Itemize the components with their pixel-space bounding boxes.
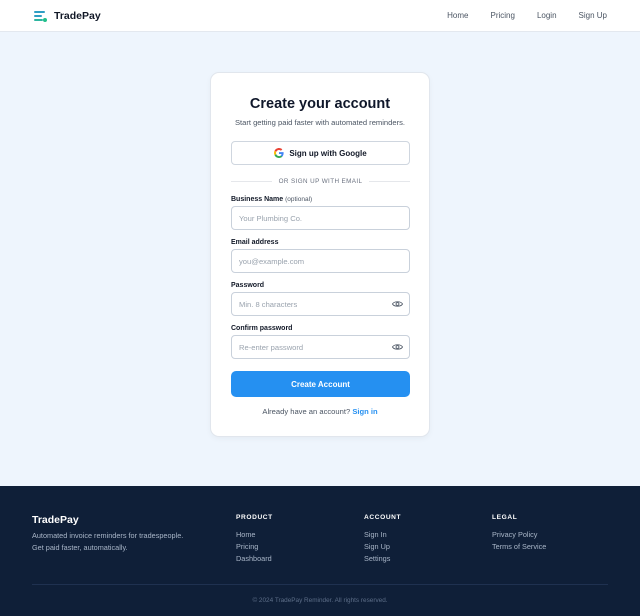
top-nav-bar: TradePay Home Pricing Login Sign Up [0, 0, 640, 32]
footer-divider [32, 584, 608, 585]
email-label: Email address [231, 239, 279, 246]
google-signup-button[interactable]: Sign up with Google [231, 141, 410, 165]
confirm-password-input[interactable] [231, 335, 410, 359]
brand-name: TradePay [54, 9, 101, 22]
main-nav: Home Pricing Login Sign Up [425, 11, 607, 20]
nav-login-link[interactable]: Login [537, 11, 557, 20]
site-footer: TradePay Automated invoice reminders for… [0, 486, 640, 616]
footer-link-sign-up[interactable]: Sign Up [364, 541, 401, 553]
password-label: Password [231, 282, 265, 289]
footer-column-title: ACCOUNT [364, 514, 402, 521]
footer-link-dashboard[interactable]: Dashboard [236, 553, 273, 565]
eye-icon[interactable] [392, 300, 403, 308]
or-divider: OR SIGN UP WITH EMAIL [231, 177, 411, 186]
email-input[interactable] [231, 249, 410, 273]
google-g-icon [274, 148, 284, 158]
footer-column-legal: LEGAL Privacy Policy Terms of Service [492, 514, 546, 553]
brand-logo[interactable]: TradePay [34, 10, 101, 22]
business-name-label: Business Name (optional) [231, 196, 312, 203]
create-account-button[interactable]: Create Account [231, 371, 410, 397]
page-title: Create your account [249, 96, 391, 112]
footer-link-privacy-policy[interactable]: Privacy Policy [492, 529, 546, 541]
footer-column-title: LEGAL [492, 514, 518, 521]
nav-pricing-link[interactable]: Pricing [491, 11, 515, 20]
footer-description: Automated invoice reminders for tradespe… [32, 531, 184, 552]
nav-signup-link[interactable]: Sign Up [579, 11, 607, 20]
footer-link-home[interactable]: Home [236, 529, 273, 541]
google-signup-label: Sign up with Google [289, 148, 367, 158]
nav-home-link[interactable]: Home [447, 11, 468, 20]
signin-prompt: Already have an account? Sign in [211, 407, 429, 416]
optional-hint: (optional) [285, 196, 313, 203]
footer-link-terms-of-service[interactable]: Terms of Service [492, 541, 546, 553]
signup-card: Create your account Start getting paid f… [210, 72, 430, 437]
footer-brand: TradePay [32, 514, 79, 526]
divider-text: OR SIGN UP WITH EMAIL [278, 178, 363, 185]
page-subtitle: Start getting paid faster with automated… [234, 118, 406, 127]
footer-copyright: © 2024 TradePay Reminder. All rights res… [252, 597, 388, 604]
trade-pay-logo-icon [34, 10, 47, 22]
business-name-input[interactable] [231, 206, 410, 230]
footer-link-sign-in[interactable]: Sign In [364, 529, 401, 541]
footer-link-settings[interactable]: Settings [364, 553, 401, 565]
password-input[interactable] [231, 292, 410, 316]
footer-column-title: PRODUCT [236, 514, 273, 521]
signin-prompt-text: Already have an account? [262, 407, 351, 416]
confirm-password-label: Confirm password [231, 325, 293, 332]
footer-column-account: ACCOUNT Sign In Sign Up Settings [364, 514, 401, 565]
business-name-label-text: Business Name [231, 196, 284, 203]
signin-link[interactable]: Sign in [352, 407, 377, 416]
eye-icon[interactable] [392, 343, 403, 351]
footer-link-pricing[interactable]: Pricing [236, 541, 273, 553]
footer-column-product: PRODUCT Home Pricing Dashboard [236, 514, 273, 565]
